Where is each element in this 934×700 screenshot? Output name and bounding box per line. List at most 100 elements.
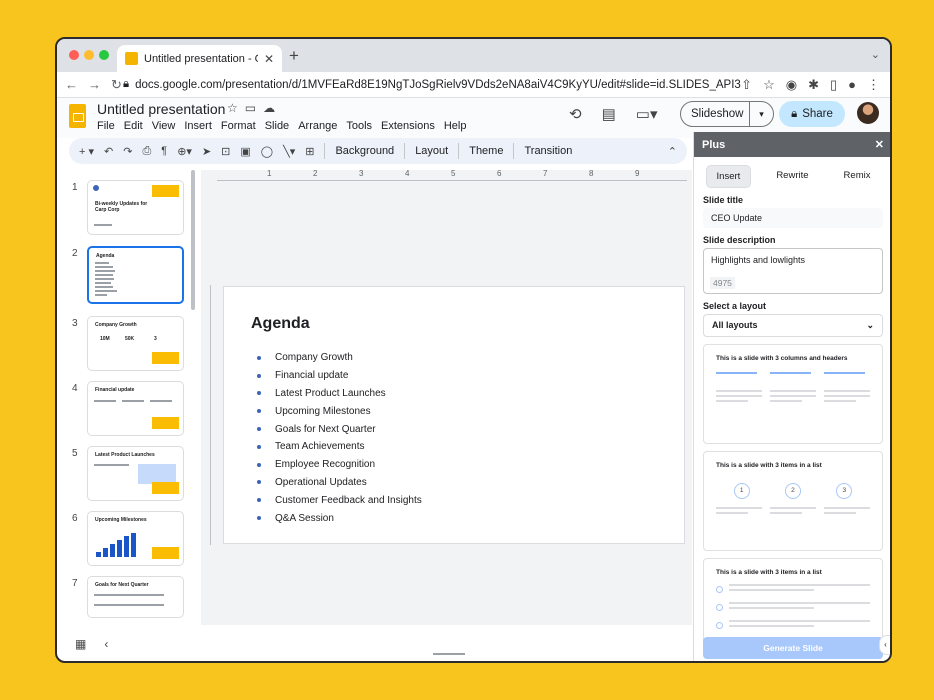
back-icon[interactable]: ← [65, 77, 78, 93]
grid-view-icon[interactable]: ▦ [75, 637, 86, 651]
url-field[interactable]: 🔒︎ docs.google.com/presentation/d/1MVFEa… [123, 78, 741, 91]
collapse-toolbar-icon[interactable]: ⌃ [668, 145, 677, 158]
thumb-title: Goals for Next Quarter [95, 582, 149, 588]
slide-title-field[interactable]: CEO Update [703, 208, 883, 228]
text-box-icon[interactable]: ⊡ [221, 145, 230, 158]
layout-card-title: This is a slide with 3 columns and heade… [716, 355, 848, 362]
thumb-stat: 3 [154, 336, 157, 342]
star-icon[interactable]: ☆ [227, 101, 238, 115]
thumb-line [95, 286, 113, 288]
undo-icon[interactable]: ↶ [104, 145, 113, 158]
slide-title[interactable]: Agenda [251, 315, 310, 333]
collapse-panel-icon[interactable]: ‹ [879, 635, 890, 655]
menu-slide[interactable]: Slide [265, 120, 289, 132]
collapse-filmstrip-icon[interactable]: ‹ [104, 637, 108, 651]
menu-help[interactable]: Help [444, 120, 467, 132]
new-slide-icon[interactable]: + ▾ [79, 145, 94, 158]
puzzle-icon[interactable]: ✱ [808, 77, 819, 93]
slide-thumbnail-7[interactable]: Goals for Next Quarter [87, 576, 184, 618]
thumb-line [95, 278, 114, 280]
version-history-icon[interactable]: ⟲ [569, 105, 582, 123]
forward-icon[interactable]: → [88, 77, 101, 93]
slideshow-dropdown-icon[interactable]: ▾ [749, 102, 773, 126]
meet-icon[interactable]: ▭▾ [636, 105, 658, 123]
transition-button[interactable]: Transition [524, 145, 572, 157]
layout-select[interactable]: All layouts ⌄ [703, 314, 883, 337]
address-bar: ← → ↻ 🔒︎ docs.google.com/presentation/d/… [57, 72, 890, 98]
lock-icon: 🔒︎ [123, 78, 130, 90]
slide-thumbnail-3[interactable]: Company Growth 10M 50K 3 [87, 316, 184, 371]
layout-button[interactable]: Layout [415, 145, 448, 157]
slide-description-field[interactable]: Highlights and lowlights 4975 [703, 248, 883, 294]
paint-format-icon[interactable]: ¶ [161, 145, 167, 157]
sidepanel-icon[interactable]: ▯ [830, 77, 837, 93]
vertical-ruler [203, 285, 211, 545]
layout-card-circles[interactable]: This is a slide with 3 items in a list 1… [703, 451, 883, 551]
tab-rewrite[interactable]: Rewrite [766, 165, 818, 188]
close-window-icon[interactable] [69, 50, 79, 60]
more-menu-icon[interactable]: ⋮ [867, 77, 880, 93]
slide-canvas[interactable]: Agenda Company Growth Financial update L… [223, 286, 685, 544]
slide-thumbnail-6[interactable]: Upcoming Milestones [87, 511, 184, 566]
move-folder-icon[interactable]: ▭ [245, 101, 256, 115]
maximize-window-icon[interactable] [99, 50, 109, 60]
menu-insert[interactable]: Insert [184, 120, 212, 132]
close-panel-icon[interactable]: ✕ [875, 138, 884, 151]
comment-add-icon[interactable]: ⊞ [305, 145, 314, 158]
menu-edit[interactable]: Edit [124, 120, 143, 132]
slide-thumbnail-4[interactable]: Financial update [87, 381, 184, 436]
menu-arrange[interactable]: Arrange [298, 120, 337, 132]
slide-thumbnail-1[interactable]: Bi-weekly Updates for Carp Corp [87, 180, 184, 235]
reload-icon[interactable]: ↻ [111, 77, 122, 93]
tab-search-icon[interactable]: ⌄ [871, 48, 880, 61]
background-button[interactable]: Background [335, 145, 394, 157]
list-item: Operational Updates [257, 474, 422, 492]
toolbar-divider [404, 143, 406, 159]
slide-thumbnail-2[interactable]: Agenda [87, 246, 184, 304]
close-tab-icon[interactable]: ✕ [264, 52, 274, 66]
lock-share-icon: 🔒︎ [791, 107, 798, 120]
avatar[interactable] [857, 102, 879, 124]
slide-number: 5 [72, 448, 78, 459]
tab-insert[interactable]: Insert [705, 165, 752, 188]
image-icon[interactable]: ▣ [240, 145, 250, 158]
speaker-notes-handle[interactable] [433, 653, 465, 655]
browser-tab[interactable]: Untitled presentation - Google ✕ [117, 45, 282, 72]
redo-icon[interactable]: ↷ [123, 145, 132, 158]
generate-slide-button[interactable]: Generate Slide [703, 637, 883, 659]
menu-file[interactable]: File [97, 120, 115, 132]
select-icon[interactable]: ➤ [202, 145, 211, 158]
list-item: Team Achievements [257, 438, 422, 456]
cloud-status-icon[interactable]: ☁ [263, 101, 275, 115]
slide-number: 3 [72, 318, 78, 329]
minimize-window-icon[interactable] [84, 50, 94, 60]
profile-icon[interactable]: ● [848, 77, 856, 93]
bookmark-star-icon[interactable]: ☆ [763, 77, 775, 93]
theme-button[interactable]: Theme [469, 145, 503, 157]
comments-icon[interactable]: ▤ [602, 105, 616, 123]
zoom-icon[interactable]: ⊕▾ [177, 145, 192, 158]
slide-number: 2 [72, 248, 78, 259]
list-item: Employee Recognition [257, 456, 422, 474]
slideshow-button[interactable]: Slideshow ▾ [680, 101, 774, 127]
print-icon[interactable]: ⎙ [142, 145, 151, 158]
document-title[interactable]: Untitled presentation [97, 101, 225, 117]
filmstrip-scrollbar[interactable] [191, 170, 195, 310]
line-icon[interactable]: ╲▾ [283, 145, 295, 158]
menu-extensions[interactable]: Extensions [381, 120, 435, 132]
shape-icon[interactable]: ◯ [261, 145, 273, 158]
extension-icon[interactable]: ◉ [786, 77, 797, 93]
share-button[interactable]: 🔒︎ Share [779, 101, 845, 127]
menu-format[interactable]: Format [221, 120, 256, 132]
tab-remix[interactable]: Remix [834, 165, 881, 188]
share-page-icon[interactable]: ⇧ [741, 77, 752, 93]
speaker-note-badge [152, 352, 179, 364]
slide-thumbnail-5[interactable]: Latest Product Launches [87, 446, 184, 501]
agenda-list[interactable]: Company Growth Financial update Latest P… [257, 349, 422, 527]
menu-tools[interactable]: Tools [346, 120, 372, 132]
list-item: Q&A Session [257, 509, 422, 527]
slides-logo-icon[interactable] [69, 104, 86, 128]
layout-card-columns[interactable]: This is a slide with 3 columns and heade… [703, 344, 883, 444]
new-tab-icon[interactable]: + [289, 46, 299, 66]
menu-view[interactable]: View [152, 120, 176, 132]
